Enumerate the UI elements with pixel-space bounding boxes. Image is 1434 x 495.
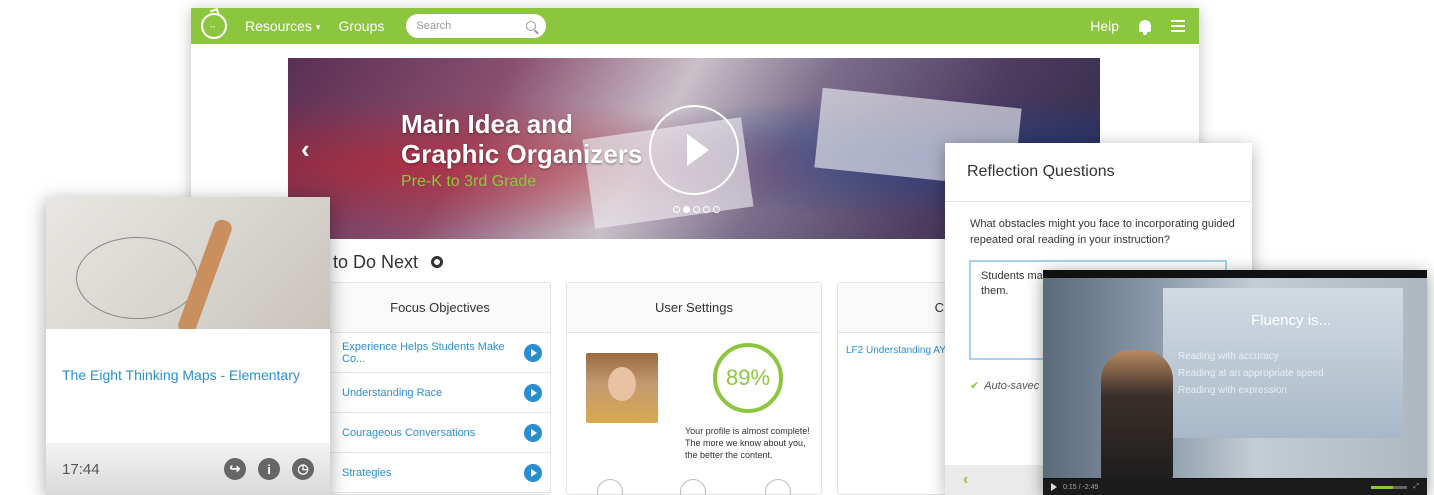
carousel-dot[interactable] — [673, 206, 680, 213]
objective-link[interactable]: Courageous Conversations — [342, 427, 475, 439]
panel-title: Focus Objectives — [330, 283, 550, 333]
nav-groups-label: Groups — [338, 18, 385, 34]
video-controls: 0:15 / -2:49 ⤢ — [1043, 479, 1427, 495]
hero-title: Main Idea and Graphic Organizers — [401, 109, 642, 169]
video-card-title[interactable]: The Eight Thinking Maps - Elementary — [46, 329, 330, 383]
search-placeholder: Search — [416, 20, 452, 32]
play-video-icon[interactable] — [649, 105, 739, 195]
focus-objectives-panel: Focus Objectives Experience Helps Studen… — [329, 282, 551, 495]
autosave-label: Auto-savec — [984, 380, 1040, 392]
nav-groups[interactable]: Groups — [338, 18, 384, 34]
autosave-status: ✔ Auto-savec — [970, 379, 1039, 392]
profile-message: Your profile is almost complete! The mor… — [685, 426, 810, 460]
list-item[interactable]: Courageous Conversations — [330, 413, 550, 453]
panel-title: C — [838, 283, 956, 333]
chevron-down-icon: ▾ — [315, 21, 321, 32]
list-item[interactable]: Experience Helps Students Make Co... — [330, 333, 550, 373]
play-icon[interactable] — [524, 343, 542, 362]
slide-title: Fluency is... — [1251, 312, 1332, 329]
reflection-question: What obstacles might you face to incorpo… — [970, 218, 1235, 246]
carousel-prev-icon[interactable]: ‹ — [301, 134, 310, 165]
divider — [945, 201, 1252, 202]
objective-link[interactable]: Understanding Race — [342, 387, 442, 399]
apple-logo-icon[interactable] — [201, 13, 227, 39]
share-icon[interactable]: ↪ — [224, 458, 246, 480]
search-input[interactable]: Search — [406, 14, 547, 38]
hamburger-menu-icon[interactable] — [1171, 20, 1185, 32]
video-frame[interactable]: Fluency is... Reading with accuracy Read… — [1043, 278, 1427, 480]
play-icon[interactable] — [524, 383, 542, 402]
info-icon[interactable]: i — [258, 458, 280, 480]
hero-title-line: Main Idea and — [401, 109, 573, 139]
play-icon[interactable] — [524, 423, 542, 442]
collage-stage: Resources ▾ Groups Search Help ‹ Main Id… — [0, 0, 1434, 495]
slide-bullet: Reading with expression — [1178, 385, 1287, 396]
carousel-dot[interactable] — [683, 206, 690, 213]
carousel-dot[interactable] — [693, 206, 700, 213]
third-panel: C LF2 Understanding AY — [837, 282, 957, 495]
objective-link[interactable]: LF2 Understanding AY — [838, 333, 956, 368]
card-actions: ↪ i ◷ — [224, 458, 314, 480]
hero-subtitle: Pre-K to 3rd Grade — [401, 173, 537, 190]
video-card[interactable]: The Eight Thinking Maps - Elementary 17:… — [46, 197, 330, 495]
check-icon: ✔ — [970, 380, 980, 392]
nav-resources-label: Resources — [245, 18, 312, 34]
objective-link[interactable]: Experience Helps Students Make Co... — [342, 341, 524, 365]
teacher-figure — [1101, 350, 1173, 480]
document-icon[interactable] — [765, 479, 791, 495]
video-player[interactable]: Fluency is... Reading with accuracy Read… — [1043, 270, 1427, 495]
slide-bullet: Reading with accuracy — [1178, 351, 1279, 362]
video-card-footer: 17:44 ↪ i ◷ — [46, 443, 330, 495]
fullscreen-icon[interactable]: ⤢ — [1413, 483, 1419, 491]
help-link[interactable]: Help — [1090, 18, 1119, 34]
play-icon[interactable] — [524, 463, 542, 482]
slide-bullets: Reading with accuracy Reading at an appr… — [1178, 348, 1324, 399]
back-arrow-icon[interactable]: ‹ — [963, 471, 968, 489]
list-item[interactable]: Understanding Race — [330, 373, 550, 413]
user-settings-panel: User Settings 89% Your profile is almost… — [566, 282, 822, 495]
slide-bullet: Reading at an appropriate speed — [1178, 368, 1324, 379]
carousel-dots[interactable] — [673, 206, 720, 213]
video-duration: 17:44 — [62, 460, 100, 478]
topbar-right-group: Help — [1090, 8, 1185, 44]
avatar[interactable] — [586, 353, 658, 423]
list-item[interactable]: Strategies — [330, 453, 550, 493]
carousel-dot[interactable] — [713, 206, 720, 213]
bell-icon[interactable] — [1139, 20, 1151, 35]
nav-resources[interactable]: Resources ▾ — [245, 18, 320, 34]
panel-title: User Settings — [567, 283, 821, 333]
profile-completion-ring: 89% — [713, 343, 783, 413]
carousel-dot[interactable] — [703, 206, 710, 213]
clock-icon[interactable]: ◷ — [292, 458, 314, 480]
top-nav-bar: Resources ▾ Groups Search Help — [191, 8, 1199, 44]
section-title: to Do Next — [333, 252, 419, 272]
play-icon[interactable] — [1051, 483, 1057, 491]
video-thumbnail[interactable] — [46, 197, 330, 329]
gear-icon[interactable] — [431, 256, 443, 268]
search-icon[interactable] — [526, 21, 537, 31]
video-time: 0:15 / -2:49 — [1063, 483, 1099, 491]
reflection-title: Reflection Questions — [967, 163, 1115, 180]
hero-title-line: Graphic Organizers — [401, 139, 643, 169]
volume-slider[interactable] — [1371, 485, 1408, 489]
chart-icon[interactable] — [680, 479, 706, 495]
user-icon[interactable] — [597, 479, 623, 495]
objective-link[interactable]: Strategies — [342, 467, 392, 479]
